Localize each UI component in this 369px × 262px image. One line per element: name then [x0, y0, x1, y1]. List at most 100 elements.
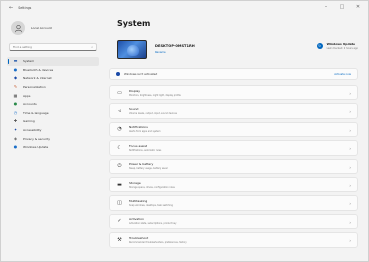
settings-card-activation[interactable]: ✓ Activation Activation state, subscriptio…: [109, 213, 358, 230]
sidebar-item-gaming[interactable]: ✚ Gaming: [7, 117, 99, 126]
card-description: Storage space, drives, configuration rul…: [129, 185, 175, 189]
display-icon: ▭: [117, 89, 122, 96]
card-text: Display Monitors, brightness, night light…: [129, 89, 181, 97]
card-text: Multitasking Snap windows, desktops, task…: [129, 199, 173, 207]
search-input[interactable]: [13, 45, 92, 49]
sidebar-item-windows-update[interactable]: ● Windows Update: [7, 143, 99, 152]
sidebar-item-accounts[interactable]: ● Accounts: [7, 100, 99, 109]
maximize-button[interactable]: □: [338, 4, 346, 10]
profile-name: Local Account: [31, 26, 52, 30]
sidebar-item-personalization[interactable]: ✎ Personalization: [7, 83, 99, 92]
sidebar-item-label: Personalization: [23, 85, 46, 90]
chevron-right-icon: ›: [349, 201, 351, 207]
card-title: Focus assist: [129, 143, 148, 148]
sidebar: Local Account ⌕ ▬ System ● Bluetooth & devi…: [1, 15, 105, 261]
card-title: Storage: [129, 180, 141, 185]
globe-clock-icon: ◷: [13, 109, 18, 115]
card-title: Sound: [129, 107, 139, 112]
accessibility-icon: ✦: [13, 127, 18, 133]
back-arrow-icon[interactable]: ←: [9, 5, 13, 11]
sidebar-item-label: Apps: [23, 93, 31, 98]
activation-banner: Windows isn't activated Activate now: [109, 68, 358, 80]
card-description: Alerts from apps and system: [129, 130, 161, 134]
person-icon: ●: [13, 101, 18, 107]
card-title: Activation: [129, 217, 145, 222]
wifi-icon: ◆: [13, 75, 18, 81]
chevron-right-icon: ›: [349, 109, 351, 115]
card-title: Display: [129, 88, 141, 93]
card-description: Recommended troubleshooters, preferences…: [129, 240, 187, 244]
sidebar-item-label: Accessibility: [23, 128, 42, 133]
profile[interactable]: Local Account: [1, 15, 105, 43]
storage-icon: ▬: [117, 181, 122, 188]
device-wallpaper-thumbnail: [117, 39, 147, 59]
sidebar-item-time-language[interactable]: ◷ Time & language: [7, 109, 99, 118]
power-icon: ⏻: [117, 163, 122, 170]
chevron-right-icon: ›: [349, 146, 351, 152]
sidebar-item-label: Windows Update: [23, 145, 49, 150]
card-title: Troubleshoot: [129, 235, 149, 240]
settings-card-notifications[interactable]: ◔ Notifications Alerts from apps and syste…: [109, 121, 358, 138]
chevron-right-icon: ›: [349, 127, 351, 133]
device-info: DESKTOP-0MST1RH Rename: [155, 44, 195, 54]
window-title: Settings: [18, 6, 32, 10]
card-text: Power & battery Sleep, battery usage, bat…: [129, 162, 168, 170]
device-header: DESKTOP-0MST1RH Rename ↻ Windows Update …: [117, 36, 358, 62]
card-description: Activation state, subscriptions, product…: [129, 222, 177, 226]
windows-update-status[interactable]: ↻ Windows Update Last checked: 2 hours a…: [316, 42, 358, 50]
sidebar-item-label: Time & language: [23, 110, 49, 115]
settings-card-power-battery[interactable]: ⏻ Power & battery Sleep, battery usage, ba…: [109, 158, 358, 174]
close-button[interactable]: ✕: [354, 4, 362, 10]
speaker-icon: ◃: [118, 108, 121, 115]
sidebar-item-network-internet[interactable]: ◆ Network & internet: [7, 74, 99, 83]
card-description: Volume levels, output, input, sound devi…: [129, 112, 177, 116]
bluetooth-icon: ●: [13, 66, 18, 72]
search-icon[interactable]: ⌕: [91, 45, 93, 49]
sidebar-nav: ▬ System ● Bluetooth & devices ◆ Network & in…: [1, 57, 105, 152]
card-text: Focus assist Notifications, automatic rul…: [129, 144, 161, 152]
settings-card-multitasking[interactable]: ◫ Multitasking Snap windows, desktops, tas…: [109, 195, 358, 211]
card-text: Storage Storage space, drives, configurat…: [129, 181, 175, 189]
title-bar: ← Settings – □ ✕: [1, 1, 368, 15]
chevron-right-icon: ›: [349, 91, 351, 96]
activate-now-link[interactable]: Activate now: [334, 73, 351, 76]
main-content: System DESKTOP-0MST1RH Rename ↻ Windows …: [109, 15, 358, 261]
card-title: Power & battery: [129, 162, 154, 167]
page-title: System: [117, 19, 151, 28]
sidebar-item-system[interactable]: ▬ System: [7, 57, 99, 66]
sidebar-item-apps[interactable]: ▦ Apps: [7, 91, 99, 100]
monitor-icon: ▬: [13, 58, 18, 64]
person-icon: [14, 24, 22, 32]
card-description: Snap windows, desktops, task switching: [129, 204, 173, 208]
sidebar-item-label: Privacy & security: [23, 136, 51, 141]
card-description: Sleep, battery usage, battery saver: [129, 167, 168, 171]
sidebar-item-label: Gaming: [23, 119, 35, 124]
settings-card-focus-assist[interactable]: ☾ Focus assist Notifications, automatic ru…: [109, 140, 358, 156]
sidebar-item-accessibility[interactable]: ✦ Accessibility: [7, 126, 99, 135]
chevron-right-icon: ›: [349, 164, 351, 170]
bell-icon: ◔: [117, 126, 122, 133]
settings-card-troubleshoot[interactable]: ⚒ Troubleshoot Recommended troubleshooters…: [109, 232, 358, 248]
settings-card-sound[interactable]: ◃ Sound Volume levels, output, input, soun…: [109, 103, 358, 119]
activation-message: Windows isn't activated: [116, 72, 157, 76]
rename-link[interactable]: Rename: [155, 51, 195, 54]
sidebar-item-privacy-security[interactable]: ◈ Privacy & security: [7, 134, 99, 143]
sidebar-item-label: System: [23, 59, 35, 64]
activation-text: Windows isn't activated: [124, 72, 158, 76]
windows-update-title: Windows Update: [326, 42, 356, 46]
card-text: Notifications Alerts from apps and system: [129, 125, 161, 133]
wrench-icon: ⚒: [117, 236, 122, 243]
card-text: Troubleshoot Recommended troubleshooters,…: [129, 236, 187, 244]
settings-card-display[interactable]: ▭ Display Monitors, brightness, night ligh…: [109, 85, 358, 101]
windows-update-subtitle: Last checked: 2 hours ago: [326, 47, 358, 50]
update-icon: ●: [13, 144, 18, 150]
sidebar-item-bluetooth-devices[interactable]: ● Bluetooth & devices: [7, 66, 99, 75]
moon-icon: ☾: [117, 144, 122, 151]
settings-card-storage[interactable]: ▬ Storage Storage space, drives, configura…: [109, 176, 358, 193]
settings-card-list: ▭ Display Monitors, brightness, night ligh…: [109, 85, 358, 248]
card-description: Monitors, brightness, night light, displ…: [129, 93, 181, 97]
minimize-button[interactable]: –: [322, 4, 330, 10]
activation-icon: ✓: [117, 218, 122, 225]
chevron-right-icon: ›: [349, 238, 351, 244]
search-box[interactable]: ⌕: [9, 43, 97, 51]
